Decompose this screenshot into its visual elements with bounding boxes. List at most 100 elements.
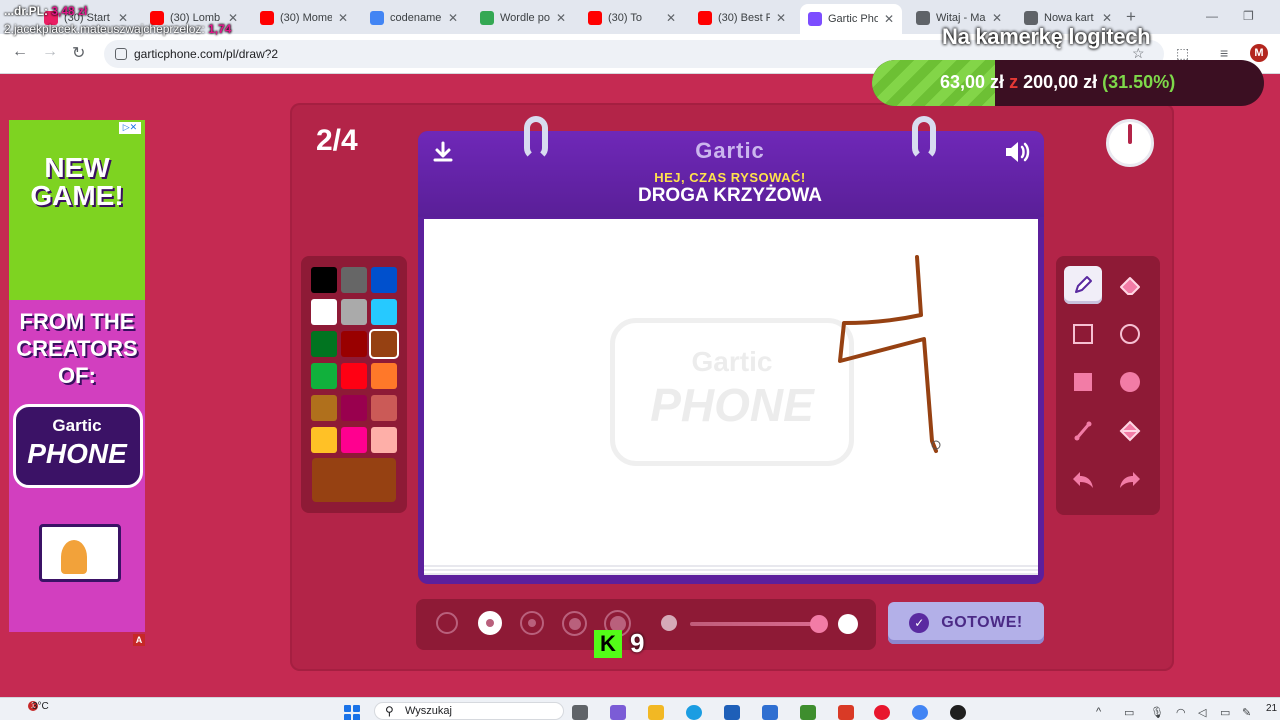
tab-close-icon[interactable]: ✕ (338, 11, 348, 25)
tab-close-icon[interactable]: ✕ (776, 11, 786, 25)
chrome-icon[interactable] (912, 705, 928, 720)
brush-size-3[interactable] (520, 611, 544, 635)
color-swatch[interactable] (341, 331, 367, 357)
tab-close-icon[interactable]: ✕ (992, 11, 1002, 25)
color-swatch[interactable] (371, 427, 397, 453)
brush-size-1[interactable] (436, 612, 458, 634)
undo-icon (1073, 472, 1093, 488)
color-swatch[interactable] (371, 363, 397, 389)
goal-text: 63,00 zł z 200,00 zł (31.50%) (940, 72, 1175, 93)
color-swatch[interactable] (341, 427, 367, 453)
game-app-icon[interactable] (838, 705, 854, 720)
file-explorer-icon[interactable] (648, 705, 664, 720)
minecraft-icon[interactable] (800, 705, 816, 720)
donation-alert-2: 2.jacekplacek.mateuszwajcheprzeloz: 1,74 (4, 22, 231, 36)
weather-widget[interactable]: 3°C (32, 701, 49, 712)
undo-tool[interactable] (1064, 461, 1102, 499)
tab-close-icon[interactable]: ✕ (884, 12, 894, 26)
rectangle-filled-icon (1074, 373, 1092, 391)
pen-icon[interactable]: ✎ (1242, 706, 1251, 719)
fill-bucket-tool[interactable] (1111, 412, 1149, 450)
color-swatch[interactable] (311, 363, 337, 389)
brush-size-4[interactable] (562, 611, 587, 636)
tab-close-icon[interactable]: ✕ (556, 11, 566, 25)
browser-tab[interactable]: codename ✕ (362, 6, 466, 30)
profile-avatar[interactable]: M (1250, 44, 1268, 62)
ad-choices-icon[interactable]: ▷✕ (119, 122, 141, 134)
forward-icon[interactable]: → (42, 43, 58, 61)
done-button[interactable]: ✓ GOTOWE! (888, 602, 1044, 644)
browser-tab[interactable]: Gartic Pho ✕ (800, 4, 902, 34)
store-icon[interactable] (724, 705, 740, 720)
download-icon[interactable] (431, 140, 455, 164)
app-icon[interactable] (762, 705, 778, 720)
reload-icon[interactable]: ↻ (72, 43, 85, 63)
pencil-icon (1075, 276, 1092, 293)
goal-percent: (31.50%) (1102, 72, 1176, 92)
browser-tab[interactable]: (30) To ✕ (580, 6, 684, 30)
opera-icon[interactable] (874, 705, 890, 720)
battery-icon[interactable]: ▭ (1220, 706, 1230, 719)
prompt-subtitle: HEJ, CZAS RYSOWAĆ! (654, 170, 806, 185)
color-swatch[interactable] (341, 267, 367, 293)
maximize-button[interactable]: ❐ (1243, 9, 1254, 23)
wifi-icon[interactable]: ◠ (1176, 706, 1186, 719)
site-info-icon[interactable] (115, 48, 127, 60)
windows-start-icon[interactable] (344, 705, 360, 720)
opacity-slider-track[interactable] (690, 622, 818, 626)
ad-logo-top: Gartic (52, 416, 102, 435)
donation-text-2: 2.jacekplacek.mateuszwajcheprzeloz: (4, 22, 205, 36)
canvas-pages (424, 565, 1038, 575)
eraser-tool[interactable] (1111, 266, 1149, 304)
circle-filled-tool[interactable] (1111, 363, 1149, 401)
volume-icon[interactable]: ◁ (1198, 706, 1206, 719)
tab-title: Nowa kart (1044, 12, 1094, 24)
tab-title: codename (390, 12, 442, 24)
line-icon (1074, 421, 1092, 441)
sound-icon[interactable] (1003, 139, 1031, 165)
opacity-slider-handle[interactable] (810, 615, 828, 633)
task-view-icon[interactable] (572, 705, 588, 720)
edge-icon[interactable] (686, 705, 702, 720)
color-swatch[interactable] (311, 427, 337, 453)
color-swatch[interactable] (341, 363, 367, 389)
rectangle-outline-tool[interactable] (1064, 315, 1102, 353)
taskbar-search[interactable]: ⚲ Wyszukaj (374, 702, 564, 720)
browser-tab[interactable]: (30) Best F ✕ (690, 6, 794, 30)
tab-close-icon[interactable]: ✕ (448, 11, 458, 25)
color-swatch[interactable] (341, 395, 367, 421)
rectangle-outline-icon (1073, 324, 1093, 344)
reading-list-icon[interactable]: ≡ (1220, 45, 1228, 61)
browser-tab[interactable]: Wordle po ✕ (472, 6, 574, 30)
color-swatch[interactable] (371, 267, 397, 293)
obs-icon[interactable] (950, 705, 966, 720)
color-swatch[interactable] (311, 395, 337, 421)
browser-tab[interactable]: (30) Mome ✕ (252, 6, 356, 30)
color-swatch[interactable] (311, 299, 337, 325)
pencil-tool[interactable] (1064, 266, 1102, 304)
color-swatch[interactable] (371, 395, 397, 421)
circle-outline-tool[interactable] (1111, 315, 1149, 353)
prompt-phrase: DROGA KRZYŻOWA (637, 185, 822, 206)
microphone-icon[interactable]: 🎙 (1150, 706, 1164, 719)
minimize-button[interactable]: — (1206, 9, 1218, 23)
color-swatch[interactable] (341, 299, 367, 325)
back-icon[interactable]: ← (12, 43, 28, 61)
tab-close-icon[interactable]: ✕ (666, 11, 676, 25)
rectangle-filled-tool[interactable] (1064, 363, 1102, 401)
tray-app-icon[interactable]: ▭ (1124, 706, 1134, 719)
taskbar-clock[interactable]: 21 (1266, 703, 1277, 714)
redo-tool[interactable] (1111, 461, 1149, 499)
ad-banner[interactable]: ▷✕ NEW GAME! FROM THE CREATORS OF: Garti… (9, 120, 145, 632)
copilot-icon[interactable] (610, 705, 626, 720)
tab-title: (30) To (608, 12, 643, 24)
line-tool[interactable] (1064, 412, 1102, 450)
color-swatch[interactable] (311, 331, 337, 357)
color-swatch[interactable] (311, 267, 337, 293)
color-swatch[interactable] (371, 331, 397, 357)
tab-close-icon[interactable]: ✕ (1102, 11, 1112, 25)
color-swatch[interactable] (371, 299, 397, 325)
tab-favicon-icon (916, 11, 930, 25)
brush-size-2[interactable] (478, 611, 502, 635)
tray-chevron-icon[interactable]: ^ (1096, 706, 1101, 718)
